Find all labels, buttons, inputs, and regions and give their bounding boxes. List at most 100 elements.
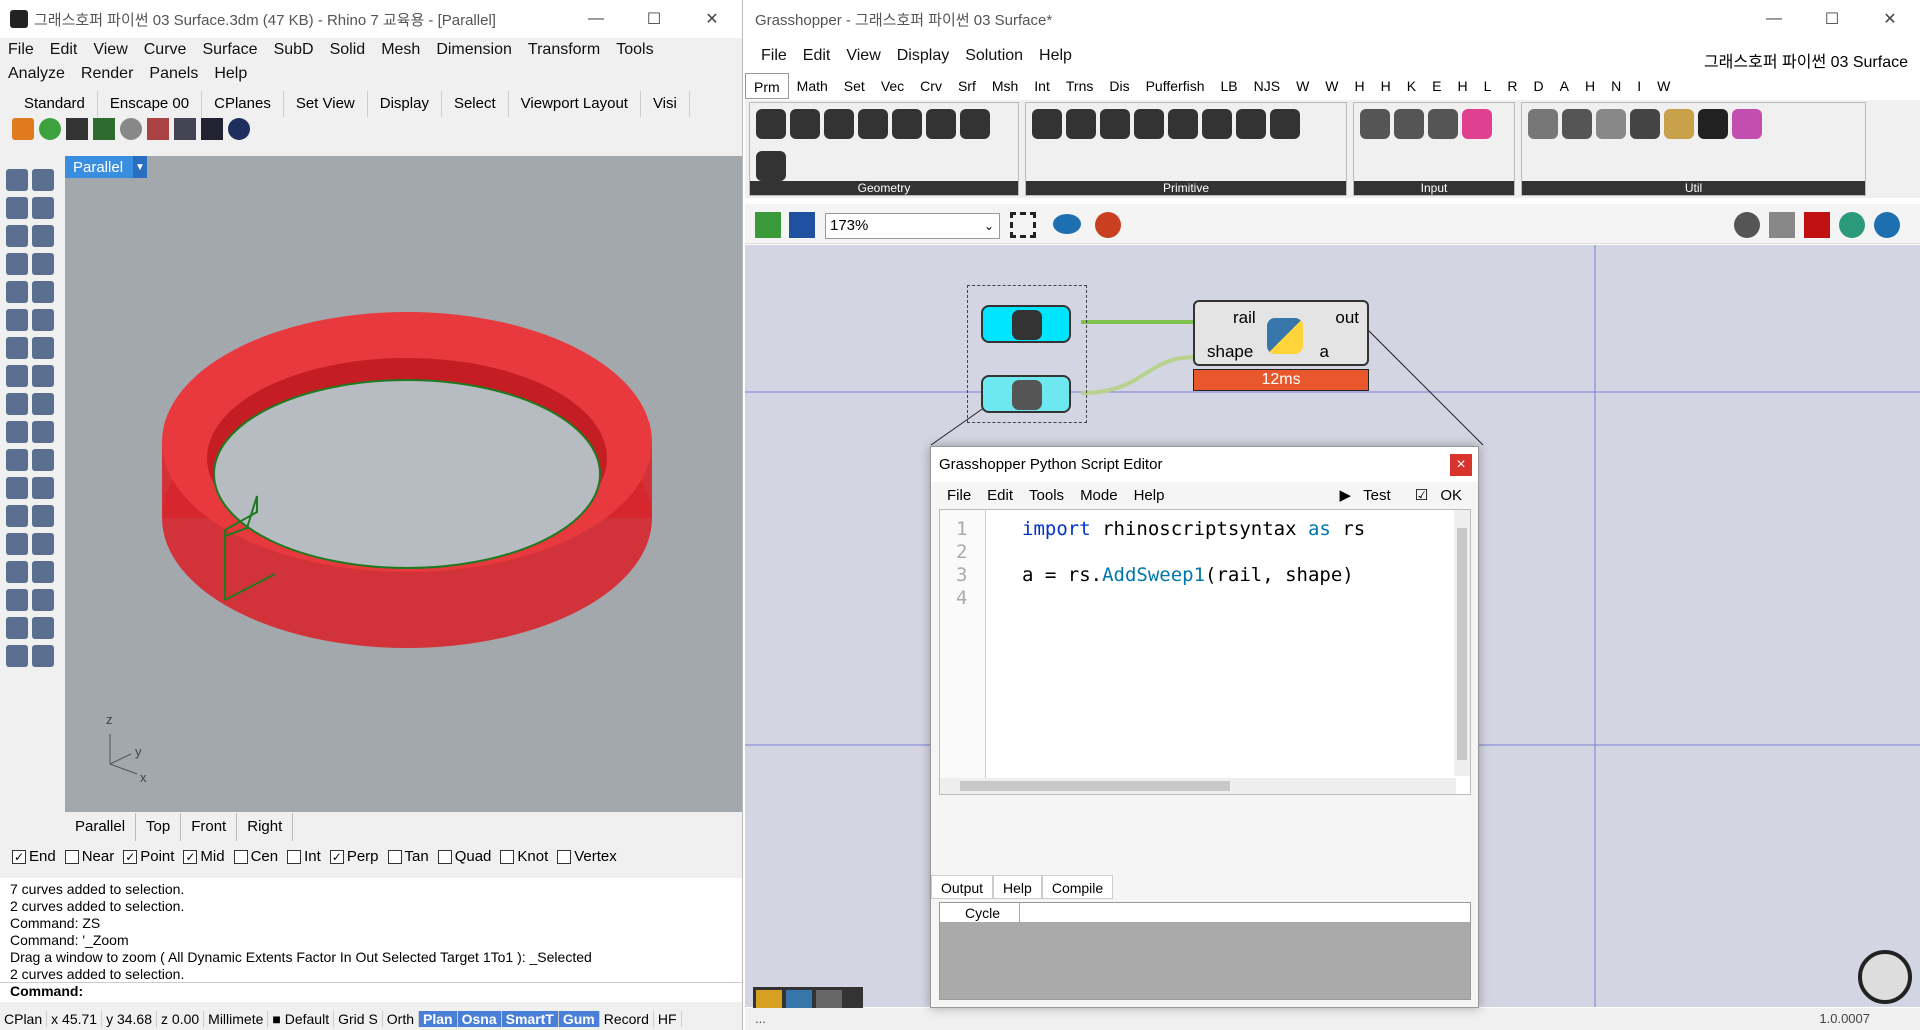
menu-item[interactable]: Transform <box>520 38 608 62</box>
matrix-param-icon[interactable] <box>1202 109 1232 139</box>
component-tab[interactable]: Trns <box>1058 73 1101 99</box>
osnap-checkbox[interactable] <box>64 849 79 864</box>
component-tab[interactable]: L <box>1476 73 1500 99</box>
osnap-checkbox[interactable]: ✓ <box>183 849 198 864</box>
tool-icon[interactable] <box>6 337 28 359</box>
toolbar-tab[interactable]: Standard <box>12 91 98 117</box>
preview-selected-icon[interactable] <box>1804 212 1830 238</box>
viewport-tab[interactable]: Right <box>237 813 294 841</box>
component-tab[interactable]: D <box>1525 73 1551 99</box>
tree-icon[interactable] <box>93 118 115 140</box>
navigation-compass-icon[interactable] <box>1858 950 1912 1004</box>
text-param-icon[interactable] <box>1168 109 1198 139</box>
menu-item[interactable]: Solid <box>322 38 374 62</box>
tool-icon[interactable] <box>32 533 54 555</box>
osnap-checkbox[interactable] <box>557 849 572 864</box>
status-item[interactable]: Gum <box>558 1011 600 1027</box>
tool-icon[interactable] <box>6 253 28 275</box>
tool-icon[interactable] <box>6 561 28 583</box>
viewport-tab[interactable]: Front <box>181 813 238 841</box>
input-rail-label[interactable]: rail <box>1233 308 1256 328</box>
osnap-checkbox[interactable]: ✓ <box>123 849 138 864</box>
command-prompt[interactable]: Command: <box>0 982 742 1002</box>
component-tab[interactable]: H <box>1373 73 1399 99</box>
toolbar-tab[interactable]: Select <box>442 91 509 117</box>
osnap-item[interactable]: ✓ Perp <box>329 848 379 865</box>
status-item[interactable]: Grid S <box>334 1011 383 1027</box>
ok-button[interactable]: ☑ OK <box>1407 486 1478 504</box>
menu-item[interactable]: File <box>0 38 42 62</box>
osnap-checkbox[interactable] <box>500 849 515 864</box>
osnap-item[interactable]: Vertex <box>557 848 617 865</box>
pencil-icon[interactable] <box>1664 109 1694 139</box>
cluster-icon[interactable] <box>1528 109 1558 139</box>
tool-icon[interactable] <box>32 617 54 639</box>
toolbar-tab[interactable]: Display <box>368 91 442 117</box>
box-param-icon[interactable] <box>926 109 956 139</box>
component-tab[interactable]: LB <box>1212 73 1245 99</box>
menu-item[interactable]: View <box>838 44 888 68</box>
menu-item[interactable]: Display <box>889 44 957 68</box>
minimize-icon[interactable]: — <box>567 0 625 38</box>
preview-eye-icon[interactable] <box>1053 214 1081 234</box>
tool-icon[interactable] <box>32 309 54 331</box>
component-tab[interactable]: Dis <box>1101 73 1137 99</box>
osnap-item[interactable]: Knot <box>500 848 548 865</box>
boolean-param-icon[interactable] <box>1032 109 1062 139</box>
point-param-icon[interactable] <box>756 109 786 139</box>
tool-icon[interactable] <box>32 253 54 275</box>
output-out-label[interactable]: out <box>1335 308 1359 328</box>
component-tab[interactable]: H <box>1577 73 1603 99</box>
preview-mode-icon[interactable] <box>1734 212 1760 238</box>
menu-item[interactable]: Help <box>206 62 255 86</box>
osnap-checkbox[interactable] <box>387 849 402 864</box>
status-item[interactable]: Orth <box>383 1011 420 1027</box>
maximize-icon[interactable]: ☐ <box>625 0 683 38</box>
osnap-checkbox[interactable]: ✓ <box>329 849 344 864</box>
tool-icon[interactable] <box>32 449 54 471</box>
vector-param-icon[interactable] <box>790 109 820 139</box>
status-item[interactable]: x 45.71 <box>47 1011 103 1027</box>
component-tab[interactable]: Pufferfish <box>1138 73 1213 99</box>
tool-icon[interactable] <box>32 169 54 191</box>
zoom-extents-icon[interactable] <box>1010 212 1036 238</box>
domain-param-icon[interactable] <box>1100 109 1130 139</box>
component-tab[interactable]: Srf <box>950 73 984 99</box>
tool-icon[interactable] <box>32 225 54 247</box>
tool-icon[interactable] <box>6 449 28 471</box>
tool-icon[interactable] <box>32 645 54 667</box>
osnap-item[interactable]: Tan <box>387 848 429 865</box>
curve-param-icon[interactable] <box>892 109 922 139</box>
python-component[interactable]: rail shape out a <box>1193 300 1369 366</box>
osnap-checkbox[interactable] <box>287 849 302 864</box>
component-tab[interactable]: K <box>1399 73 1424 99</box>
vertical-scrollbar[interactable] <box>1454 510 1470 776</box>
tool-icon[interactable] <box>6 281 28 303</box>
menu-item[interactable]: File <box>753 44 795 68</box>
timer-icon[interactable] <box>1630 109 1660 139</box>
tool-icon[interactable] <box>32 421 54 443</box>
number-param-icon[interactable] <box>1236 109 1266 139</box>
enscape-start-icon[interactable] <box>12 118 34 140</box>
component-tab[interactable]: Crv <box>912 73 950 99</box>
editor-menu-item[interactable]: File <box>939 487 979 504</box>
component-tab[interactable]: W <box>1317 73 1346 99</box>
component-tab[interactable]: NJS <box>1246 73 1288 99</box>
integer-param-icon[interactable] <box>1066 109 1096 139</box>
tool-icon[interactable] <box>32 337 54 359</box>
component-tab[interactable]: E <box>1424 73 1449 99</box>
menu-item[interactable]: Help <box>1031 44 1080 68</box>
sync-icon[interactable] <box>39 118 61 140</box>
toolbar-tab[interactable]: Visi <box>641 91 690 117</box>
tool-icon[interactable] <box>6 645 28 667</box>
menu-item[interactable]: Solution <box>957 44 1031 68</box>
osnap-item[interactable]: ✓ Point <box>123 848 174 865</box>
osnap-checkbox[interactable] <box>437 849 452 864</box>
component-tab[interactable]: Math <box>789 73 836 99</box>
component-tab[interactable]: R <box>1499 73 1525 99</box>
tool-icon[interactable] <box>6 169 28 191</box>
tool-icon[interactable] <box>6 617 28 639</box>
input-shape-label[interactable]: shape <box>1207 342 1253 362</box>
zoom-select[interactable]: 173% ⌄ <box>825 213 1000 239</box>
menu-item[interactable]: SubD <box>266 38 322 62</box>
